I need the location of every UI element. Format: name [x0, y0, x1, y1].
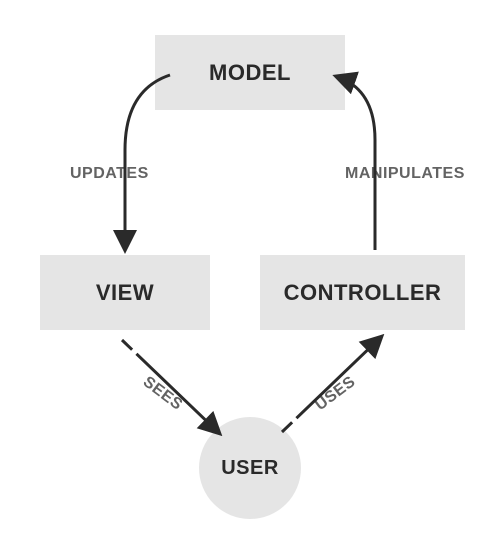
controller-label: CONTROLLER: [284, 280, 442, 306]
sees-arrow: [122, 340, 218, 432]
controller-node: CONTROLLER: [260, 255, 465, 330]
manipulates-edge-label: MANIPULATES: [345, 165, 465, 183]
sees-edge-label: SEES: [139, 373, 186, 414]
user-label: USER: [221, 457, 279, 480]
view-label: VIEW: [96, 280, 154, 306]
user-node: USER: [199, 417, 301, 519]
uses-edge-label: USES: [312, 373, 359, 415]
updates-edge-label: UPDATES: [70, 165, 149, 183]
model-node: MODEL: [155, 35, 345, 110]
view-node: VIEW: [40, 255, 210, 330]
model-label: MODEL: [209, 60, 291, 86]
